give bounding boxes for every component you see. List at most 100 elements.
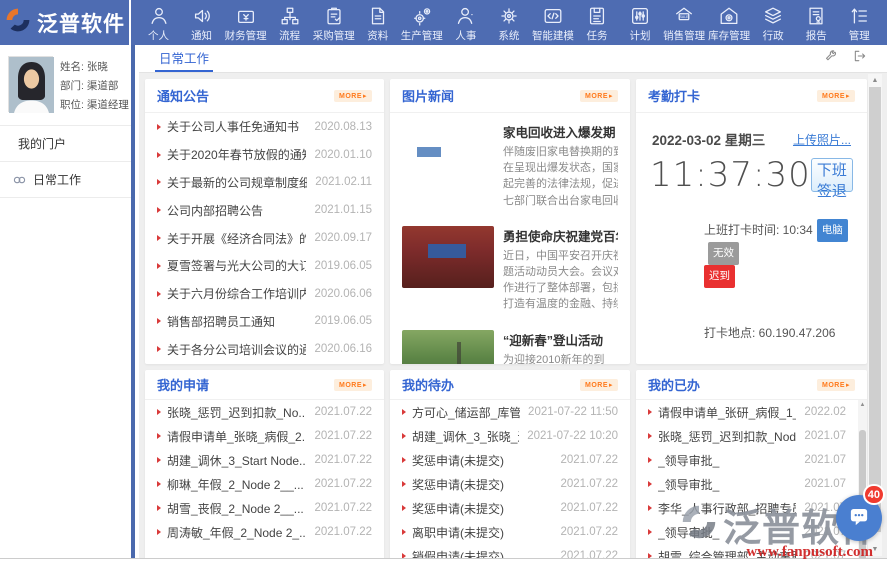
notice-item[interactable]: 关于六月份综合工作培训内容及... 2020.06.06 (145, 280, 384, 308)
nav-item[interactable]: 流程 (270, 3, 310, 43)
nav-item-label: 财务管理 (225, 28, 267, 43)
nav-item[interactable]: 智能建模 (532, 3, 574, 43)
done-item[interactable]: _领导审批_ 2021.07 (636, 472, 858, 496)
notice-item[interactable]: 关于2020年春节放假的通知 2020.01.10 (145, 141, 384, 169)
done-item[interactable]: _领导审批_ 2021.07 (636, 448, 858, 472)
bullet-icon (157, 409, 161, 415)
profile-dept: 部门: 渠道部 (60, 77, 129, 96)
nav-item[interactable]: 财务管理 (225, 3, 267, 43)
todo-item[interactable]: 胡建_调休_3_张晓_退回 2021-07-22 10:20 (390, 424, 630, 448)
nav-item[interactable]: 计划 (620, 3, 660, 43)
nav-item[interactable]: 系统 (489, 3, 529, 43)
wrench-icon[interactable] (824, 49, 838, 68)
sidebar-menu-label: 我的门户 (18, 135, 66, 152)
done-item[interactable]: _领导审批_ 2021.07 (636, 520, 858, 544)
exit-icon[interactable] (853, 49, 867, 68)
more-button[interactable]: MORE (580, 90, 618, 102)
nav-item[interactable]: 资料 (358, 3, 398, 43)
nav-item[interactable]: 任务 (577, 3, 617, 43)
news-thumbnail (402, 330, 494, 364)
nav-item-label: 人事 (455, 28, 476, 43)
nav-item[interactable]: 行政 (753, 3, 793, 43)
nav-item-label: 行政 (763, 28, 784, 43)
notice-item[interactable]: 销售部招聘员工通知 2019.06.05 (145, 308, 384, 336)
nav-item[interactable]: 采购管理 (313, 3, 355, 43)
news-item[interactable]: 勇担使命庆祝建党百年，中国 近日，中国平安召开庆祝中 题活动动员大会。会议对专 … (390, 217, 630, 321)
sidebar-menu-item[interactable]: 日常工作 (0, 161, 131, 198)
svg-text:SALE: SALE (680, 15, 690, 19)
nav-item[interactable]: 人事 (446, 3, 486, 43)
application-item[interactable]: 胡雪_丧假_2_Node 2__... 2021.07.22 (145, 496, 384, 520)
nav-item-label: 报告 (806, 28, 827, 43)
notice-item[interactable]: 公司内部招聘公告 2021.01.15 (145, 196, 384, 224)
status-badge: 无效 (708, 242, 739, 265)
nav-item-label: 采购管理 (313, 28, 355, 43)
todo-item[interactable]: 奖惩申请(未提交) 2021.07.22 (390, 448, 630, 472)
more-button[interactable]: MORE (334, 379, 372, 391)
news-item[interactable]: “迎新春”登山活动 为迎接2010新年的到 来,攀枝花钢城集团瑞丰 水泥有限公司… (390, 321, 630, 364)
more-button[interactable]: MORE (334, 90, 372, 102)
news-text-line: 七部门联合出台家电回收政 (503, 193, 618, 209)
bullet-icon (157, 152, 161, 158)
notice-item[interactable]: 关于各分公司培训会议的通知 2020.06.16 (145, 335, 384, 363)
more-button[interactable]: MORE (580, 379, 618, 391)
scrollbar-thumb[interactable] (869, 87, 881, 532)
todo-item[interactable]: 离职申请(未提交) 2021.07.22 (390, 520, 630, 544)
person-icon (148, 5, 170, 27)
done-item[interactable]: 请假申请单_张研_病假_1_... 2022.02 (636, 400, 858, 424)
todo-item[interactable]: 奖惩申请(未提交) 2021.07.22 (390, 472, 630, 496)
done-item[interactable]: 李华_人事行政部_招聘专员... 2021.07 (636, 496, 858, 520)
nav-item-label: 流程 (279, 28, 300, 43)
nav-item-label: 管理 (849, 28, 870, 43)
nav-item[interactable]: 库存管理 (708, 3, 750, 43)
bullet-icon (402, 433, 406, 439)
checkin-time: 10:34 (783, 223, 813, 237)
nav-item[interactable]: 个人 (139, 3, 179, 43)
chat-button[interactable]: 40 (836, 495, 882, 541)
application-item[interactable]: 请假申请单_张晓_病假_2... 2021.07.22 (145, 424, 384, 448)
todo-item[interactable]: 奖惩申请(未提交) 2021.07.22 (390, 496, 630, 520)
nav-item[interactable]: 报告 (796, 3, 836, 43)
nav-item[interactable]: 管理 (839, 3, 879, 43)
user-icon (455, 5, 477, 27)
app-logo[interactable]: 泛普软件 (0, 0, 131, 45)
scroll-down-icon[interactable]: ▼ (868, 543, 882, 556)
scroll-up-icon[interactable]: ▲ (858, 400, 867, 411)
nav-item[interactable]: 生产管理 (401, 3, 443, 43)
bullet-icon (402, 529, 406, 535)
nav-item-label: 智能建模 (532, 28, 574, 43)
notice-item[interactable]: 夏雪签署与光大公司的大订单，... 2019.06.05 (145, 252, 384, 280)
checkout-button[interactable]: 下班签退 (811, 158, 853, 192)
notice-item[interactable]: 关于公司人事任免通知书 2020.08.13 (145, 113, 384, 141)
bullet-icon (402, 409, 406, 415)
bullet-icon (157, 179, 161, 185)
news-thumbnail (402, 122, 494, 184)
application-item[interactable]: 柳琳_年假_2_Node 2__... 2021.07.22 (145, 472, 384, 496)
more-button[interactable]: MORE (817, 90, 855, 102)
bullet-icon (157, 318, 161, 324)
tab-daily-work[interactable]: 日常工作 (155, 45, 213, 72)
sidebar-menu-item[interactable]: 我的门户 (0, 125, 131, 161)
gear-icon (498, 5, 520, 27)
location-ip: 60.190.47.206 (759, 326, 836, 340)
panel-attendance: 考勤打卡 MORE 2022-03-02 星期三 上传照片... 11:37:3… (636, 79, 867, 364)
upload-photo-link[interactable]: 上传照片... (793, 131, 851, 148)
nav-item-label: 销售管理 (663, 28, 705, 43)
notice-item[interactable]: 关于开展《经济合同法》的相关... 2020.09.17 (145, 224, 384, 252)
bullet-icon (648, 505, 652, 511)
nav-item-label: 个人 (148, 28, 169, 43)
scroll-up-icon[interactable]: ▲ (868, 74, 882, 87)
todo-item[interactable]: 方可心_储运部_库管员_晋... 2021-07-22 11:50 (390, 400, 630, 424)
avatar (8, 56, 53, 112)
application-item[interactable]: 张晓_惩罚_迟到扣款_No... 2021.07.22 (145, 400, 384, 424)
notice-item[interactable]: 关于最新的公司规章制度细节通知 2021.02.11 (145, 169, 384, 197)
attendance-date: 2022-03-02 星期三 (652, 129, 765, 149)
application-item[interactable]: 胡建_调休_3_Start Node... 2021.07.22 (145, 448, 384, 472)
application-item[interactable]: 周涛敏_年假_2_Node 2_... 2021.07.22 (145, 520, 384, 544)
news-item[interactable]: 家电回收进入爆发期 家电回 伴随废旧家电替换期的到来 在呈现出爆发状态，国家正 … (390, 113, 630, 217)
bullet-icon (648, 481, 652, 487)
more-button[interactable]: MORE (817, 379, 855, 391)
nav-item[interactable]: 通知 (182, 3, 222, 43)
nav-item[interactable]: SALE 销售管理 (663, 3, 705, 43)
done-item[interactable]: 张晓_惩罚_迟到扣款_Node... 2021.07 (636, 424, 858, 448)
